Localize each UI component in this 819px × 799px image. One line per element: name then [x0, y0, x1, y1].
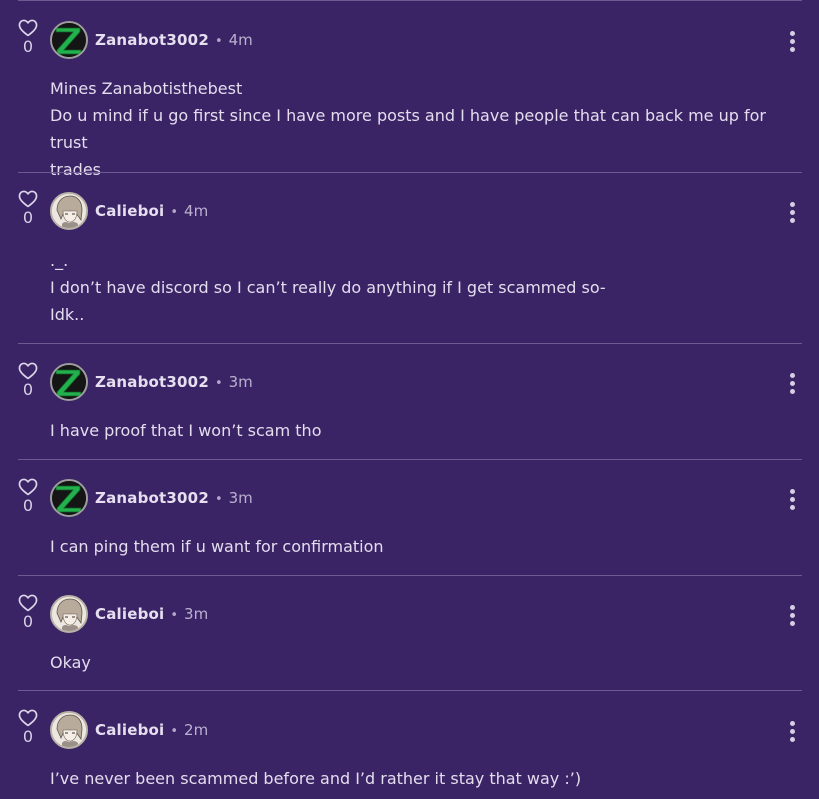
author-name[interactable]: Zanabot3002 [95, 489, 209, 507]
comment-line: Idk.. [50, 305, 85, 324]
like-count: 0 [22, 727, 34, 746]
avatar[interactable] [50, 711, 88, 749]
comment-body: I’ve never been scammed before and I’d r… [50, 765, 790, 792]
avatar[interactable] [50, 479, 88, 517]
comment-meta: Zanabot3002 • 3m [95, 372, 253, 392]
anime-character-avatar [52, 194, 86, 228]
comment: 0 Zanabot3002 • 4m Mines Zanabotisthebest … [0, 0, 819, 179]
comment-line: I can ping them if u want for confirmati… [50, 537, 384, 556]
heart-outline-icon[interactable] [18, 708, 38, 727]
timestamp: 2m [184, 721, 209, 739]
more-options-button[interactable] [784, 605, 800, 627]
avatar[interactable] [50, 192, 88, 230]
author-name[interactable]: Calieboi [95, 605, 164, 623]
anime-character-avatar [52, 713, 86, 747]
timestamp: 4m [184, 202, 209, 220]
comment-line: Do u mind if u go first since I have mor… [50, 106, 766, 152]
more-vertical-icon [789, 31, 795, 36]
comment-body: Okay [50, 649, 790, 676]
author-name[interactable]: Zanabot3002 [95, 373, 209, 391]
comment-meta: Calieboi • 2m [95, 720, 208, 740]
comment-line: I have proof that I won’t scam tho [50, 421, 322, 440]
comment-meta: Calieboi • 4m [95, 201, 208, 221]
comment: 0 Zanabot3002 • 3m I can ping them if u wa… [0, 459, 819, 576]
like-count: 0 [22, 208, 34, 227]
like-control[interactable]: 0 [14, 477, 42, 515]
comment-body: I have proof that I won’t scam tho [50, 417, 790, 444]
avatar[interactable] [50, 21, 88, 59]
author-name[interactable]: Zanabot3002 [95, 31, 209, 49]
heart-outline-icon[interactable] [18, 593, 38, 612]
like-control[interactable]: 0 [14, 189, 42, 227]
separator: • [170, 724, 179, 739]
like-control[interactable]: 0 [14, 18, 42, 56]
more-vertical-icon [789, 721, 795, 726]
green-z-logo-avatar [52, 23, 86, 57]
author-name[interactable]: Calieboi [95, 721, 164, 739]
comment-thread: 0 Zanabot3002 • 4m Mines Zanabotisthebest … [0, 0, 819, 799]
comment: 0 Calieboi • 2m I’ve never been scammed be… [0, 690, 819, 799]
more-vertical-icon [789, 605, 795, 610]
more-vertical-icon [789, 202, 795, 207]
comment-body: I can ping them if u want for confirmati… [50, 533, 790, 560]
avatar[interactable] [50, 363, 88, 401]
like-count: 0 [22, 496, 34, 515]
like-count: 0 [22, 37, 34, 56]
timestamp: 4m [228, 31, 253, 49]
comment-meta: Zanabot3002 • 4m [95, 30, 253, 50]
comment-line: ._. [50, 251, 69, 270]
comment-body: Mines Zanabotisthebest Do u mind if u go… [50, 75, 790, 183]
more-options-button[interactable] [784, 721, 800, 743]
comment: 0 Calieboi • 3m Okay [0, 575, 819, 691]
heart-outline-icon[interactable] [18, 477, 38, 496]
comment-meta: Zanabot3002 • 3m [95, 488, 253, 508]
author-name[interactable]: Calieboi [95, 202, 164, 220]
comment-body: ._. I don’t have discord so I can’t real… [50, 247, 790, 328]
heart-outline-icon[interactable] [18, 361, 38, 380]
separator: • [214, 376, 223, 391]
green-z-logo-avatar [52, 481, 86, 515]
more-vertical-icon [789, 373, 795, 378]
like-count: 0 [22, 612, 34, 631]
like-control[interactable]: 0 [14, 708, 42, 746]
separator: • [170, 608, 179, 623]
more-options-button[interactable] [784, 202, 800, 224]
green-z-logo-avatar [52, 365, 86, 399]
comment: 0 Zanabot3002 • 3m I have proof that I won… [0, 343, 819, 460]
timestamp: 3m [228, 489, 253, 507]
comment-line: I’ve never been scammed before and I’d r… [50, 769, 582, 788]
more-options-button[interactable] [784, 489, 800, 511]
like-control[interactable]: 0 [14, 361, 42, 399]
timestamp: 3m [184, 605, 209, 623]
like-control[interactable]: 0 [14, 593, 42, 631]
avatar[interactable] [50, 595, 88, 633]
separator: • [214, 492, 223, 507]
more-options-button[interactable] [784, 373, 800, 395]
anime-character-avatar [52, 597, 86, 631]
comment-line: Mines Zanabotisthebest [50, 79, 243, 98]
more-vertical-icon [789, 489, 795, 494]
heart-outline-icon[interactable] [18, 189, 38, 208]
comment-meta: Calieboi • 3m [95, 604, 208, 624]
timestamp: 3m [228, 373, 253, 391]
heart-outline-icon[interactable] [18, 18, 38, 37]
comment-line: Okay [50, 653, 91, 672]
more-options-button[interactable] [784, 31, 800, 53]
comment: 0 Calieboi • 4m ._. I don’t have discord s… [0, 172, 819, 344]
comment-line: I don’t have discord so I can’t really d… [50, 278, 606, 297]
separator: • [170, 205, 179, 220]
separator: • [214, 34, 223, 49]
like-count: 0 [22, 380, 34, 399]
